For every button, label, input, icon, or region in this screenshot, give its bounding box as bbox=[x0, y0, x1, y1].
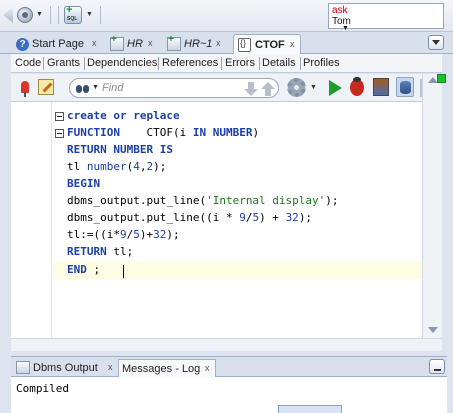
code-line: RETURN tl; bbox=[67, 245, 134, 258]
sql-worksheet-icon bbox=[110, 34, 124, 51]
debug-bug-icon[interactable] bbox=[350, 77, 364, 96]
close-icon[interactable]: x bbox=[92, 38, 97, 48]
subtab-separator bbox=[300, 57, 301, 70]
code-line: dbms_output.put_line('Internal display')… bbox=[67, 194, 339, 207]
connection-line1: ask bbox=[332, 5, 348, 16]
tooltip-fragment bbox=[278, 405, 342, 413]
code-line: BEGIN bbox=[67, 177, 101, 190]
subtab-dependencies[interactable]: Dependencies bbox=[87, 57, 157, 69]
tab-dbms-output[interactable]: Dbms Output x bbox=[13, 359, 117, 377]
find-input[interactable] bbox=[102, 81, 242, 95]
code-line: tl:=((i*9/5)+32); bbox=[67, 228, 180, 241]
scroll-down-icon[interactable] bbox=[428, 327, 438, 333]
output-text: Compiled bbox=[16, 382, 69, 395]
tab-list-dropdown-button[interactable] bbox=[428, 35, 444, 50]
close-icon[interactable]: x bbox=[216, 38, 221, 48]
toolbar-separator bbox=[100, 6, 101, 24]
subtab-separator bbox=[84, 57, 85, 70]
subtab-separator bbox=[259, 57, 260, 70]
subtab-code[interactable]: Code bbox=[15, 57, 42, 69]
help-icon: ? bbox=[16, 38, 29, 51]
subtab-references[interactable]: References bbox=[162, 57, 218, 69]
compile-status-indicator bbox=[437, 74, 446, 83]
tab-label: Messages - Log bbox=[122, 363, 201, 375]
toolbar-separator bbox=[58, 6, 59, 24]
tab-label: Dbms Output bbox=[33, 362, 98, 374]
tab-label: CTOF bbox=[255, 39, 285, 51]
find-previous-icon[interactable] bbox=[261, 82, 275, 96]
vertical-scrollbar[interactable] bbox=[422, 74, 442, 338]
editor-gutter bbox=[11, 102, 52, 338]
tab-label: HR~1 bbox=[184, 38, 213, 50]
subtab-profiles[interactable]: Profiles bbox=[303, 57, 340, 69]
window-frame-left bbox=[0, 54, 11, 413]
code-line: tl number(4,2); bbox=[67, 160, 167, 173]
subtab-grants[interactable]: Grants bbox=[47, 57, 80, 69]
subtab-details[interactable]: Details bbox=[262, 57, 296, 69]
binoculars-icon[interactable] bbox=[76, 82, 90, 94]
tab-label: Start Page bbox=[32, 38, 84, 50]
subtab-separator bbox=[43, 57, 44, 70]
edit-icon[interactable] bbox=[38, 79, 54, 95]
code-line: dbms_output.put_line((i * 9/5) + 32); bbox=[67, 211, 313, 224]
gear-icon[interactable] bbox=[287, 78, 306, 97]
profile-icon[interactable] bbox=[373, 78, 389, 96]
close-icon[interactable]: x bbox=[148, 38, 153, 48]
chevron-down-icon[interactable]: ▼ bbox=[86, 11, 93, 18]
sql-icon-label: SQL bbox=[67, 16, 78, 22]
subtab-separator bbox=[158, 57, 159, 70]
subtab-separator bbox=[221, 57, 222, 70]
toolbar-separator bbox=[50, 6, 51, 24]
tab-hr[interactable]: HR x bbox=[110, 34, 160, 54]
run-icon[interactable] bbox=[329, 80, 342, 96]
horizontal-scroll-area[interactable] bbox=[11, 338, 442, 351]
close-icon[interactable]: x bbox=[205, 363, 210, 373]
navigation-circle-icon[interactable] bbox=[17, 7, 33, 23]
tab-start-page[interactable]: ? Start Page x bbox=[14, 34, 106, 54]
dbms-output-icon bbox=[16, 361, 30, 374]
tab-hr-1[interactable]: HR~1 x bbox=[167, 34, 229, 54]
text-caret bbox=[123, 265, 124, 278]
fold-icon[interactable] bbox=[55, 112, 64, 121]
code-editor[interactable]: create or replace FUNCTION CTOF(i IN NUM… bbox=[11, 102, 432, 338]
find-next-icon[interactable] bbox=[244, 82, 258, 96]
database-icon[interactable] bbox=[396, 77, 414, 97]
code-subtab-bar: Code Grants Dependencies References Erro… bbox=[11, 54, 442, 73]
log-tab-bar: Dbms Output x Messages - Log x bbox=[11, 356, 447, 377]
tab-ctof[interactable]: CTOF x bbox=[233, 34, 301, 54]
editor-tab-bar: ? Start Page x HR x HR~1 x CTOF x bbox=[0, 32, 453, 54]
chevron-down-icon[interactable]: ▼ bbox=[92, 84, 99, 91]
back-arrow-icon[interactable] bbox=[3, 7, 13, 23]
messages-log-output[interactable]: Compiled bbox=[11, 377, 447, 413]
find-box: ▼ bbox=[69, 78, 279, 98]
tab-messages-log[interactable]: Messages - Log x bbox=[118, 359, 216, 377]
main-toolbar: ▼ SQL ▼ ask Tom ▼ bbox=[0, 0, 453, 32]
code-line: FUNCTION CTOF(i IN NUMBER) bbox=[67, 126, 260, 139]
connection-selector[interactable]: ask Tom ▼ bbox=[328, 3, 444, 32]
chevron-down-icon[interactable]: ▼ bbox=[36, 11, 43, 18]
close-icon[interactable]: x bbox=[108, 362, 113, 372]
chevron-down-icon[interactable]: ▼ bbox=[310, 84, 317, 91]
editor-toolbar: ▼ ▼ bbox=[11, 74, 442, 102]
pin-icon[interactable] bbox=[21, 81, 29, 97]
fold-icon[interactable] bbox=[55, 129, 64, 138]
current-line-highlight bbox=[53, 261, 432, 279]
code-line: END ; bbox=[67, 263, 101, 276]
tab-label: HR bbox=[127, 38, 143, 50]
close-icon[interactable]: x bbox=[290, 39, 295, 49]
subtab-errors[interactable]: Errors bbox=[225, 57, 255, 69]
cursor-arrow-icon: ▼ bbox=[342, 25, 349, 32]
function-icon bbox=[238, 38, 251, 52]
minimize-panel-button[interactable] bbox=[429, 359, 445, 374]
code-line: RETURN NUMBER IS bbox=[67, 143, 173, 156]
code-line: create or replace bbox=[67, 109, 180, 122]
sql-worksheet-icon bbox=[167, 34, 181, 51]
window-frame-right bbox=[446, 54, 453, 413]
